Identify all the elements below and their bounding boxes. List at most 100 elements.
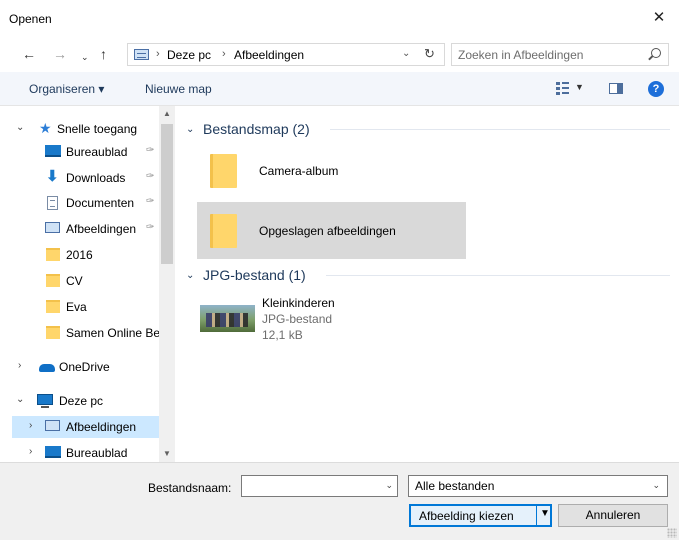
help-icon[interactable]: ? xyxy=(648,81,664,97)
forward-arrow-icon[interactable]: → xyxy=(53,46,67,62)
nav-item-documents[interactable]: Documenten ✑ xyxy=(0,192,160,214)
nav-item-desktop[interactable]: Bureaublad ✑ xyxy=(0,141,160,163)
breadcrumb-separator[interactable]: › xyxy=(156,48,160,60)
open-options-dropdown-icon[interactable]: ▼ xyxy=(540,508,550,519)
search-icon[interactable] xyxy=(651,48,661,58)
group-header-folders[interactable]: Bestandsmap (2) xyxy=(203,121,310,137)
expand-chevron-icon[interactable]: › xyxy=(29,446,32,457)
filetype-dropdown-icon[interactable]: ⌄ xyxy=(652,480,660,491)
nav-item-label: Snelle toegang xyxy=(57,122,138,136)
group-collapse-chevron-icon[interactable]: ⌄ xyxy=(186,124,194,135)
recent-locations-chevron-icon[interactable]: ⌄ xyxy=(81,49,89,65)
resize-grip-icon[interactable] xyxy=(667,528,677,538)
group-divider xyxy=(326,275,670,276)
nav-item-onedrive[interactable]: › OneDrive xyxy=(0,356,160,378)
view-options-dropdown-icon[interactable]: ▼ xyxy=(575,82,584,92)
nav-item-label: Afbeeldingen xyxy=(66,222,137,236)
desktop-icon xyxy=(45,145,61,157)
nav-item-pictures[interactable]: Afbeeldingen ✑ xyxy=(0,218,160,240)
nav-item-label: Eva xyxy=(66,300,87,314)
nav-item-label: CV xyxy=(66,274,83,288)
pin-icon: ✑ xyxy=(146,145,155,156)
navigation-pane[interactable]: ⌄ ★ Snelle toegang Bureaublad ✑ ⬇ Downlo… xyxy=(0,106,175,462)
folder-icon xyxy=(210,154,237,188)
organize-menu-button[interactable]: Organiseren ▾ xyxy=(29,82,104,96)
search-box[interactable] xyxy=(451,43,669,66)
file-list[interactable]: ⌄ Bestandsmap (2) Camera-album Opgeslage… xyxy=(178,106,679,462)
pictures-folder-icon xyxy=(134,49,149,60)
preview-pane-icon[interactable] xyxy=(609,83,623,94)
pin-icon: ✑ xyxy=(146,196,155,207)
nav-item-this-pc-pictures[interactable]: › Afbeeldingen xyxy=(12,416,159,438)
group-divider xyxy=(330,129,670,130)
address-box[interactable]: › Deze pc › Afbeeldingen ⌄ ↻ xyxy=(127,43,445,66)
nav-item-label: Deze pc xyxy=(59,394,104,408)
nav-item-downloads[interactable]: ⬇ Downloads ✑ xyxy=(0,167,160,189)
folder-name: Camera-album xyxy=(259,164,339,178)
back-arrow-icon[interactable]: ← xyxy=(22,46,36,62)
expand-chevron-icon[interactable]: ⌄ xyxy=(16,394,24,405)
breadcrumb-separator[interactable]: › xyxy=(222,48,226,60)
pictures-icon xyxy=(45,420,60,431)
folder-icon xyxy=(46,248,60,261)
group-header-jpg[interactable]: JPG-bestand (1) xyxy=(203,267,306,283)
filetype-select[interactable]: Alle bestanden ⌄ xyxy=(408,475,668,497)
split-divider xyxy=(536,506,537,525)
pictures-icon xyxy=(45,222,60,233)
open-button-label: Afbeelding kiezen xyxy=(419,509,514,523)
scroll-down-icon[interactable]: ▼ xyxy=(159,446,175,462)
folder-icon xyxy=(46,326,60,339)
new-folder-button[interactable]: Nieuwe map xyxy=(145,82,212,96)
nav-scrollbar[interactable]: ▲ ▼ xyxy=(159,106,175,462)
pin-icon: ✑ xyxy=(146,171,155,182)
folder-tile-camera-album[interactable]: Camera-album xyxy=(197,142,466,199)
filename-input[interactable] xyxy=(246,479,376,493)
nav-item-label: Bureaublad xyxy=(66,145,128,159)
folder-icon xyxy=(210,214,237,248)
nav-item-folder-cv[interactable]: CV xyxy=(0,270,160,292)
up-arrow-icon[interactable]: ↑ xyxy=(100,46,107,62)
open-button[interactable]: Afbeelding kiezen ▼ xyxy=(409,504,552,527)
nav-item-folder-eva[interactable]: Eva xyxy=(0,296,160,318)
dialog-footer: Bestandsnaam: ⌄ Alle bestanden ⌄ Afbeeld… xyxy=(0,462,679,540)
view-options-icon[interactable] xyxy=(556,82,569,95)
nav-item-quick-access[interactable]: ⌄ ★ Snelle toegang xyxy=(0,118,160,140)
nav-item-folder-2016[interactable]: 2016 xyxy=(0,244,160,266)
desktop-icon xyxy=(45,446,61,458)
expand-chevron-icon[interactable]: ⌄ xyxy=(16,122,24,133)
filetype-value: Alle bestanden xyxy=(415,479,495,493)
computer-icon xyxy=(37,394,53,408)
download-icon: ⬇ xyxy=(46,168,59,185)
nav-item-label: OneDrive xyxy=(59,360,110,374)
file-name[interactable]: Kleinkinderen xyxy=(262,296,335,310)
scroll-up-icon[interactable]: ▲ xyxy=(159,106,175,122)
documents-icon xyxy=(47,196,58,210)
command-toolbar: Organiseren ▾ Nieuwe map ▼ ? xyxy=(0,72,679,106)
filename-combo[interactable]: ⌄ xyxy=(241,475,398,497)
star-icon: ★ xyxy=(39,120,52,136)
refresh-icon[interactable]: ↻ xyxy=(424,46,435,62)
scrollbar-thumb[interactable] xyxy=(161,124,173,264)
nav-item-folder-samen-online[interactable]: Samen Online Be xyxy=(0,322,160,344)
breadcrumb-afbeeldingen[interactable]: Afbeeldingen xyxy=(234,48,304,62)
group-collapse-chevron-icon[interactable]: ⌄ xyxy=(186,270,194,281)
breadcrumb-deze-pc[interactable]: Deze pc xyxy=(167,48,211,62)
expand-chevron-icon[interactable]: › xyxy=(29,420,32,431)
image-thumbnail[interactable] xyxy=(200,305,255,332)
close-icon[interactable]: ✕ xyxy=(649,8,669,28)
nav-item-label: 2016 xyxy=(66,248,93,262)
search-input[interactable] xyxy=(458,47,638,62)
folder-tile-saved-pictures[interactable]: Opgeslagen afbeeldingen xyxy=(197,202,466,259)
title-bar: Openen ✕ xyxy=(0,0,679,38)
nav-item-this-pc[interactable]: ⌄ Deze pc xyxy=(0,390,160,412)
cancel-button[interactable]: Annuleren xyxy=(558,504,668,527)
nav-item-label: Downloads xyxy=(66,171,126,185)
address-bar-row: ← → ⌄ ↑ › Deze pc › Afbeeldingen ⌄ ↻ xyxy=(0,38,679,72)
nav-item-this-pc-desktop[interactable]: › Bureaublad xyxy=(0,442,160,462)
file-type: JPG-bestand xyxy=(262,312,333,326)
expand-chevron-icon[interactable]: › xyxy=(18,360,21,371)
filename-dropdown-icon[interactable]: ⌄ xyxy=(385,480,393,491)
folder-icon xyxy=(46,300,60,313)
nav-item-label: Samen Online Be xyxy=(66,326,161,340)
address-dropdown-chevron-icon[interactable]: ⌄ xyxy=(402,48,410,59)
